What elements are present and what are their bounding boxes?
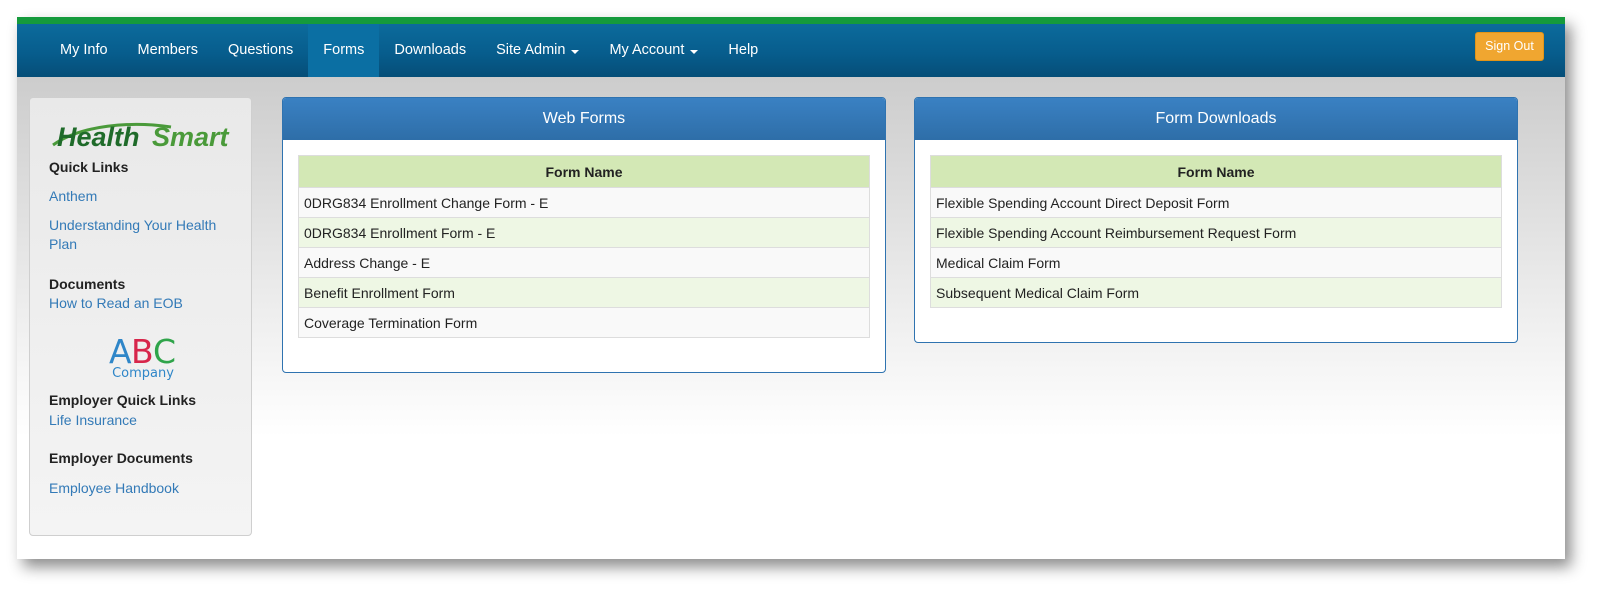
table-row[interactable]: Coverage Termination Form [298,307,870,338]
web-forms-column-header: Form Name [298,155,870,188]
form-name-cell[interactable]: Subsequent Medical Claim Form [930,277,1502,308]
form-name-cell[interactable]: Medical Claim Form [930,247,1502,278]
nav-item-label: My Account [609,42,685,58]
nav-item-label: Forms [323,42,365,58]
table-row[interactable]: Medical Claim Form [930,247,1502,278]
nav-item-questions[interactable]: Questions [213,24,308,77]
nav-item-my-info[interactable]: My Info [45,24,123,77]
top-accent-strip [17,17,1565,24]
web-forms-panel: Web Forms Form Name 0DRG834 Enrollment C… [282,97,886,373]
nav-item-label: Site Admin [496,42,566,58]
caret-down-icon [690,49,699,54]
nav-item-site-admin[interactable]: Site Admin [481,24,594,77]
nav-item-downloads[interactable]: Downloads [379,24,481,77]
table-row[interactable]: Flexible Spending Account Reimbursement … [930,217,1502,248]
form-name-cell[interactable]: 0DRG834 Enrollment Form - E [298,217,870,248]
table-row[interactable]: Flexible Spending Account Direct Deposit… [930,187,1502,218]
employer-documents-heading: Employer Documents [49,450,193,466]
form-name-cell[interactable]: Benefit Enrollment Form [298,277,870,308]
quick-links-heading: Quick Links [49,159,129,175]
logo-text-smart: Smart [152,122,230,152]
web-forms-table: Form Name 0DRG834 Enrollment Change Form… [298,155,870,338]
document-link-eob[interactable]: How to Read an EOB [49,294,229,313]
documents-heading: Documents [49,276,126,292]
nav-menu: My Info Members Questions Forms Downloads Sit… [45,24,773,77]
table-row[interactable]: Subsequent Medical Claim Form [930,277,1502,308]
abc-company-logo-icon: A B C Company [109,332,176,381]
healthsmart-logo: Health Smart [51,115,236,155]
employer-quick-links-heading: Employer Quick Links [49,392,197,408]
form-name-cell[interactable]: Flexible Spending Account Reimbursement … [930,217,1502,248]
nav-item-label: Downloads [394,42,467,58]
top-navbar: My Info Members Questions Forms Downloads Sit… [17,24,1565,77]
quick-link-anthem[interactable]: Anthem [49,187,229,206]
logo-company-word: Company [112,366,174,381]
nav-item-label: Members [137,42,198,58]
form-name-cell[interactable]: 0DRG834 Enrollment Change Form - E [298,187,870,218]
table-row[interactable]: 0DRG834 Enrollment Change Form - E [298,187,870,218]
sign-out-button[interactable]: Sign Out [1475,32,1544,61]
form-downloads-column-header: Form Name [930,155,1502,188]
form-name-cell[interactable]: Coverage Termination Form [298,307,870,338]
form-downloads-panel: Form Downloads Form Name Flexible Spendi… [914,97,1518,343]
employer-doc-employee-handbook[interactable]: Employee Handbook [49,479,229,498]
nav-item-my-account[interactable]: My Account [594,24,713,77]
logo-text-health: Health [57,122,140,152]
sidebar: Health Smart Quick Links Anthem Understa… [29,97,252,536]
form-name-cell[interactable]: Flexible Spending Account Direct Deposit… [930,187,1502,218]
nav-item-label: Questions [227,42,294,58]
nav-item-label: Help [728,42,759,58]
table-row[interactable]: Benefit Enrollment Form [298,277,870,308]
employer-link-life-insurance[interactable]: Life Insurance [49,411,229,430]
form-name-cell[interactable]: Address Change - E [298,247,870,278]
form-downloads-table: Form Name Flexible Spending Account Dire… [930,155,1502,308]
nav-item-forms[interactable]: Forms [308,24,380,77]
quick-link-understanding-plan[interactable]: Understanding Your Health Plan [49,216,229,254]
web-forms-title: Web Forms [283,98,885,140]
nav-item-members[interactable]: Members [123,24,213,77]
table-row[interactable]: 0DRG834 Enrollment Form - E [298,217,870,248]
form-downloads-title: Form Downloads [915,98,1517,140]
app-window: My Info Members Questions Forms Downloads Sit… [17,17,1565,559]
caret-down-icon [571,49,580,54]
healthsmart-logo-icon: Health Smart [52,122,230,152]
abc-company-logo: A B C Company [107,331,179,381]
nav-item-label: My Info [60,42,108,58]
nav-item-help[interactable]: Help [713,24,773,77]
table-row[interactable]: Address Change - E [298,247,870,278]
